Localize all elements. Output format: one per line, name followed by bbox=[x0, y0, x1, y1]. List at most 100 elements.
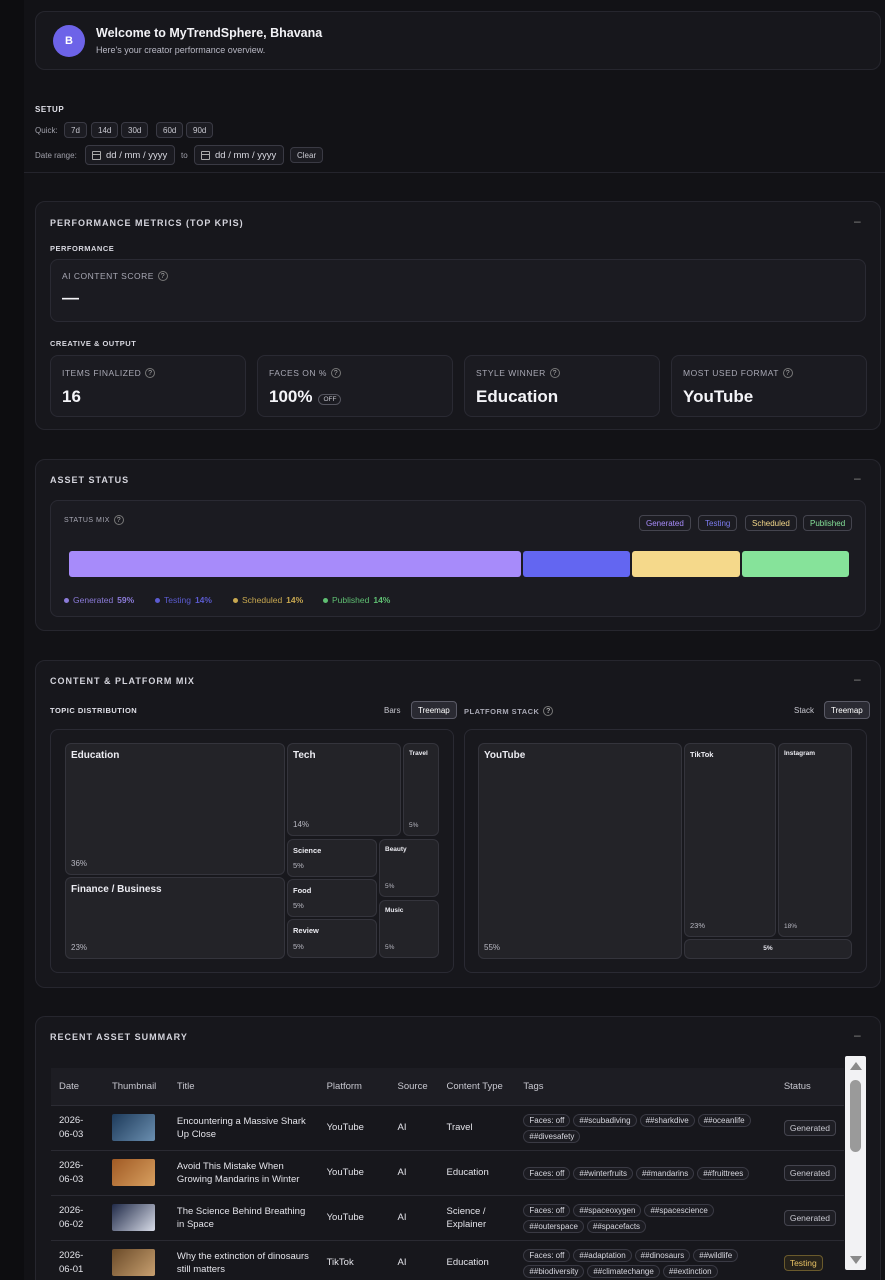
tag-chip[interactable]: ##mandarins bbox=[635, 1166, 695, 1180]
cell-source: AI bbox=[389, 1150, 439, 1196]
kpi-value-text: 100% bbox=[269, 387, 313, 406]
kpi-value-text: YouTube bbox=[683, 387, 754, 406]
topic-tile-food[interactable]: Food 5% bbox=[287, 879, 377, 917]
platform-percent: 55% bbox=[484, 943, 501, 952]
table-row[interactable]: 2026-06-03 Avoid This Mistake When Growin… bbox=[51, 1150, 844, 1196]
topic-tile-finance-business[interactable]: Finance / Business 23% bbox=[65, 877, 285, 959]
thumbnail-image[interactable] bbox=[111, 1114, 155, 1141]
table-scrollbar[interactable] bbox=[845, 1056, 866, 1270]
cell-thumbnail[interactable] bbox=[103, 1195, 169, 1241]
tag-chip[interactable]: ##scubadiving bbox=[573, 1113, 637, 1127]
platform-tile-tiktok[interactable]: TikTok 23% bbox=[684, 743, 776, 937]
table-row[interactable]: 2026-06-02 The Science Behind Breathing i… bbox=[51, 1195, 844, 1241]
tag-chip[interactable]: ##climatechange bbox=[587, 1264, 660, 1278]
topic-tile-music[interactable]: Music 5% bbox=[379, 900, 439, 958]
topic-tile-beauty[interactable]: Beauty 5% bbox=[379, 839, 439, 897]
tag-chip[interactable]: Faces: off bbox=[523, 1203, 571, 1217]
quick-range-7d-button[interactable]: 7d bbox=[64, 122, 87, 138]
scroll-thumb[interactable] bbox=[850, 1080, 861, 1152]
scroll-up-icon[interactable] bbox=[850, 1062, 862, 1070]
clear-date-button[interactable]: Clear bbox=[290, 147, 324, 163]
date-to-input[interactable]: dd / mm / yyyy bbox=[194, 145, 284, 165]
collapse-asset-status-button[interactable]: – bbox=[854, 471, 861, 485]
topic-tile-education[interactable]: Education 36% bbox=[65, 743, 285, 875]
table-row[interactable]: 2026-06-03 Encountering a Massive Shark U… bbox=[51, 1105, 844, 1151]
tag-chip[interactable]: ##adaptation bbox=[573, 1248, 632, 1262]
help-icon[interactable]: ? bbox=[330, 368, 341, 378]
cell-title[interactable]: Avoid This Mistake When Growing Mandarin… bbox=[168, 1150, 319, 1196]
platform-treemap-toggle[interactable]: Treemap bbox=[824, 701, 870, 719]
tag-chip[interactable]: Faces: off bbox=[523, 1166, 571, 1180]
table-row[interactable]: 2026-06-01 Why the extinction of dinosaur… bbox=[51, 1240, 844, 1280]
help-icon[interactable]: ? bbox=[157, 271, 168, 281]
left-gutter bbox=[0, 0, 24, 1280]
platform-tile-instagram[interactable]: Instagram 18% bbox=[778, 743, 852, 937]
platform-tile-youtube[interactable]: YouTube 55% bbox=[478, 743, 682, 959]
status-segment-testing[interactable] bbox=[523, 551, 631, 577]
tag-chip[interactable]: Faces: off bbox=[523, 1248, 571, 1262]
col-title[interactable]: Title bbox=[168, 1068, 319, 1106]
topic-treemap-toggle[interactable]: Treemap bbox=[411, 701, 457, 719]
cell-title[interactable]: Why the extinction of dinosaurs still ma… bbox=[168, 1240, 319, 1280]
col-platform[interactable]: Platform bbox=[318, 1068, 390, 1106]
collapse-content-mix-button[interactable]: – bbox=[854, 672, 861, 686]
tag-chip[interactable]: ##divesafety bbox=[523, 1129, 581, 1143]
tag-chip[interactable]: ##spacefacts bbox=[586, 1219, 647, 1233]
topic-tile-travel[interactable]: Travel 5% bbox=[403, 743, 439, 836]
topic-percent: 5% bbox=[293, 901, 304, 910]
tag-chip[interactable]: ##dinosaurs bbox=[634, 1248, 691, 1262]
quick-range-60d-button[interactable]: 60d bbox=[156, 122, 184, 138]
topic-tile-science[interactable]: Science 5% bbox=[287, 839, 377, 877]
col-status[interactable]: Status bbox=[775, 1068, 844, 1106]
status-filter-scheduled[interactable]: Scheduled bbox=[745, 515, 797, 531]
status-segment-published[interactable] bbox=[741, 551, 849, 577]
col-source[interactable]: Source bbox=[389, 1068, 439, 1106]
col-date[interactable]: Date bbox=[51, 1068, 104, 1106]
quick-range-14d-button[interactable]: 14d bbox=[91, 122, 119, 138]
cell-thumbnail[interactable] bbox=[103, 1150, 169, 1196]
tag-chip[interactable]: ##winterfruits bbox=[573, 1166, 633, 1180]
thumbnail-image[interactable] bbox=[111, 1159, 155, 1186]
tag-chip[interactable]: ##fruittrees bbox=[697, 1166, 750, 1180]
status-segment-scheduled[interactable] bbox=[632, 551, 740, 577]
help-icon[interactable]: ? bbox=[783, 368, 793, 378]
help-icon[interactable]: ? bbox=[543, 706, 554, 716]
collapse-recent-button[interactable]: – bbox=[854, 1028, 861, 1042]
tag-chip[interactable]: ##extinction bbox=[662, 1264, 718, 1278]
tag-chip[interactable]: ##spaceoxygen bbox=[573, 1203, 642, 1217]
performance-metrics-card: PERFORMANCE METRICS (TOP KPIS) – PERFORM… bbox=[35, 201, 881, 430]
thumbnail-image[interactable] bbox=[111, 1204, 155, 1231]
platform-stack-toggle[interactable]: Stack bbox=[787, 702, 821, 718]
tag-chip[interactable]: ##oceanlife bbox=[697, 1113, 751, 1127]
tag-chip[interactable]: ##wildlife bbox=[693, 1248, 739, 1262]
topic-tile-tech[interactable]: Tech 14% bbox=[287, 743, 401, 836]
tag-chip[interactable]: ##biodiversity bbox=[523, 1264, 585, 1278]
tag-chip[interactable]: ##outerspace bbox=[523, 1219, 584, 1233]
tag-chip[interactable]: ##sharkdive bbox=[639, 1113, 695, 1127]
cell-thumbnail[interactable] bbox=[103, 1240, 169, 1280]
col-content-type[interactable]: Content Type bbox=[438, 1068, 516, 1106]
creative-section-label: CREATIVE & OUTPUT bbox=[50, 339, 137, 348]
cell-title[interactable]: Encountering a Massive Shark Up Close bbox=[168, 1105, 319, 1151]
help-icon[interactable]: ? bbox=[549, 368, 560, 378]
scroll-down-icon[interactable] bbox=[850, 1256, 862, 1264]
tag-chip[interactable]: Faces: off bbox=[523, 1113, 571, 1127]
collapse-performance-button[interactable]: – bbox=[854, 214, 861, 228]
platform-treemap: YouTube 55% TikTok 23% Instagram 18% 5% bbox=[464, 729, 867, 973]
topic-tile-review[interactable]: Review 5% bbox=[287, 919, 377, 958]
tag-chip[interactable]: ##spacescience bbox=[644, 1203, 714, 1217]
help-icon[interactable]: ? bbox=[113, 515, 124, 525]
topic-bars-toggle[interactable]: Bars bbox=[377, 702, 407, 718]
thumbnail-image[interactable] bbox=[111, 1249, 155, 1276]
status-filter-testing[interactable]: Testing bbox=[698, 515, 738, 531]
date-from-input[interactable]: dd / mm / yyyy bbox=[85, 145, 175, 165]
status-segment-generated[interactable] bbox=[69, 551, 522, 577]
quick-range-30d-button[interactable]: 30d bbox=[121, 122, 149, 138]
platform-tile-other[interactable]: 5% bbox=[684, 939, 852, 959]
status-filter-generated[interactable]: Generated bbox=[639, 515, 691, 531]
quick-range-90d-button[interactable]: 90d bbox=[186, 122, 214, 138]
cell-thumbnail[interactable] bbox=[103, 1105, 169, 1151]
cell-title[interactable]: The Science Behind Breathing in Space bbox=[168, 1195, 319, 1241]
help-icon[interactable]: ? bbox=[145, 368, 156, 378]
status-filter-published[interactable]: Published bbox=[803, 515, 853, 531]
